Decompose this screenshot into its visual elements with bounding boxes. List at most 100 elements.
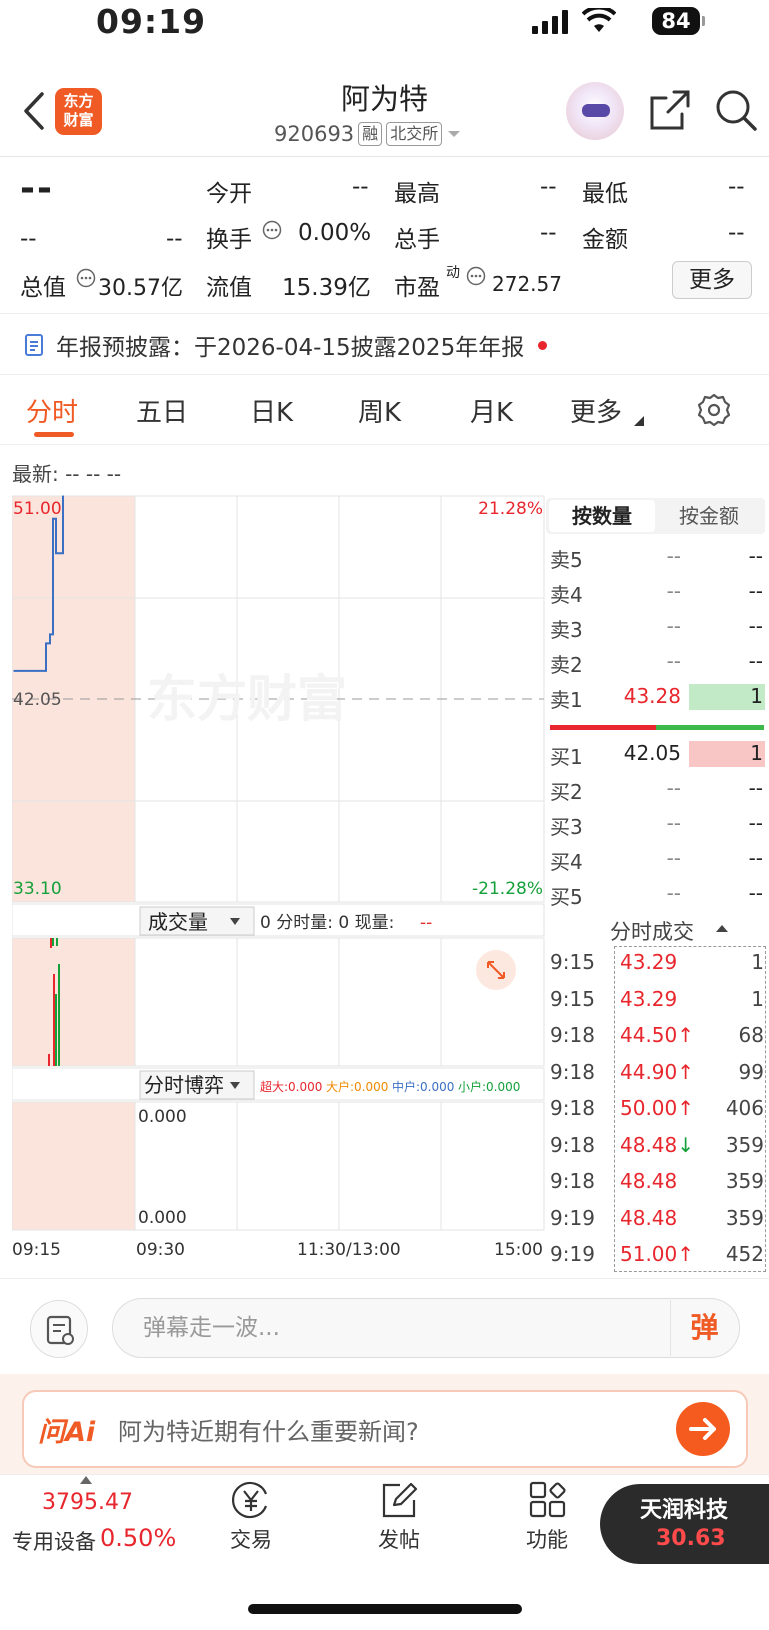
ask-price: 43.28 [623, 684, 681, 708]
trade-row: 9:18 50.00↑ 406 [550, 1096, 766, 1132]
bid-row[interactable]: 买3 -- -- [550, 811, 765, 841]
home-indicator [248, 1604, 522, 1614]
info-dots-icon[interactable] [76, 268, 96, 288]
tab-weekly-k[interactable]: 周K [358, 392, 401, 429]
trade-row: 9:15 43.29 1 [550, 987, 766, 1023]
nav-trade[interactable]: 交易 [206, 1480, 296, 1554]
bid-row[interactable]: 买5 -- -- [550, 881, 765, 911]
ask-row[interactable]: 卖3 -- -- [550, 614, 765, 644]
bid-label: 买5 [550, 885, 583, 909]
ask-label: 卖4 [550, 583, 583, 607]
ask-volume: 1 [750, 684, 763, 708]
nav-post-label: 发帖 [378, 1528, 420, 1552]
index-value[interactable]: 3795.47 [42, 1490, 133, 1515]
intraday-chart[interactable]: 东方财富 51.00 21.28% 42.05 33.10 -21.28% 成交… [12, 494, 546, 1278]
pct-bottom-label: -21.28% [472, 879, 543, 899]
battery-cap [702, 16, 705, 26]
trade-price: 48.48↓ [620, 1132, 695, 1157]
price-top-label: 51.00 [13, 499, 62, 519]
divider [0, 1278, 769, 1279]
caret-down-icon [448, 131, 461, 137]
trade-time: 9:18 [550, 1169, 595, 1193]
current-price: -- [20, 168, 54, 209]
volume-info: 0 分时量: 0 现量: [260, 913, 394, 933]
latest-readout: 最新: -- -- -- [12, 462, 122, 486]
chart-watermark: 东方财富 [147, 670, 347, 728]
ai-send-button[interactable] [676, 1402, 730, 1456]
total-hands-value: -- [540, 220, 557, 246]
gear-icon[interactable] [696, 392, 732, 428]
tab-by-amount[interactable]: 按金额 [655, 500, 763, 532]
price-point [13, 670, 15, 672]
note-button[interactable] [30, 1300, 88, 1358]
trade-volume: 359 [725, 1132, 764, 1157]
game-selector-label: 分时博弈 [144, 1073, 224, 1097]
bid-price: -- [666, 846, 681, 870]
divider [0, 1474, 769, 1475]
price-point [55, 552, 57, 554]
danmu-input[interactable]: 弹幕走一波... [112, 1298, 740, 1358]
ask-label: 卖1 [550, 688, 583, 712]
annual-report-notice[interactable]: 年报预披露： 于2026-04-15披露2025年年报 [24, 328, 548, 362]
price-point [52, 517, 54, 520]
trade-time: 9:19 [550, 1242, 595, 1266]
trade-volume: 1 [751, 986, 764, 1011]
sector-name[interactable]: 专用设备 [12, 1526, 96, 1556]
tab-intraday[interactable]: 分时 [26, 392, 78, 429]
ai-question-text[interactable]: 阿为特近期有什么重要新闻? [118, 1412, 419, 1447]
margin-tag: 融 [358, 122, 383, 146]
ask-row[interactable]: 卖5 -- -- [550, 544, 765, 574]
bid-volume: 1 [750, 741, 763, 765]
tab-by-quantity[interactable]: 按数量 [549, 500, 655, 532]
open-value: -- [352, 174, 369, 200]
game-super-large: 超大:0.000 [260, 1079, 322, 1094]
amount-value: -- [728, 220, 745, 246]
ask-price: -- [666, 579, 681, 603]
tab-monthly-k[interactable]: 月K [470, 392, 513, 429]
game-shade [12, 1102, 135, 1230]
sector-change: 0.50% [100, 1524, 177, 1552]
share-icon[interactable] [648, 88, 692, 132]
total-mv-label: 总值 [20, 275, 66, 301]
trade-time: 9:15 [550, 950, 595, 974]
unread-dot [538, 340, 548, 350]
trade-price: 44.50↑ [620, 1023, 695, 1047]
trade-row: 9:18 48.48↓ 359 [550, 1133, 766, 1169]
bid-label: 买2 [550, 780, 583, 804]
danmu-send-button[interactable]: 弹 [670, 1300, 738, 1356]
search-icon[interactable] [714, 88, 758, 132]
game-large: 大户:0.000 [326, 1079, 388, 1094]
tab-daily-k[interactable]: 日K [250, 392, 293, 429]
bid-row[interactable]: 买2 -- -- [550, 776, 765, 806]
bid-price: 42.05 [623, 741, 681, 765]
tab-five-day[interactable]: 五日 [136, 392, 188, 429]
ask-row[interactable]: 卖1 43.28 1 [550, 684, 765, 714]
tab-more[interactable]: 更多 [570, 392, 622, 429]
nav-post[interactable]: 发帖 [354, 1480, 444, 1554]
ask-row[interactable]: 卖2 -- -- [550, 649, 765, 679]
more-quote-button[interactable]: 更多 [672, 261, 752, 299]
ask-price: -- [666, 544, 681, 568]
info-dots-icon[interactable] [262, 220, 282, 240]
stock-subtitle[interactable]: 920693 融 北交所 [274, 122, 462, 146]
apps-grid-icon [529, 1481, 566, 1518]
danmu-button-label: 弹 [690, 1311, 719, 1344]
info-dots-icon[interactable] [466, 266, 486, 286]
nav-functions-label: 功能 [526, 1528, 568, 1552]
game-medium: 中户:0.000 [392, 1079, 454, 1094]
volume-selector-label: 成交量 [148, 910, 208, 934]
signal-icon [532, 10, 568, 34]
x-axis-label: 15:00 [494, 1240, 543, 1260]
trades-title[interactable]: 分时成交 [610, 916, 694, 946]
bid-row[interactable]: 买1 42.05 1 [550, 741, 765, 771]
float-mv-label: 流值 [206, 275, 252, 301]
total-hands-label: 总手 [394, 227, 440, 253]
wifi-icon [582, 8, 616, 32]
exchange-tag: 北交所 [386, 122, 443, 146]
ask-row[interactable]: 卖4 -- -- [550, 579, 765, 609]
nav-functions[interactable]: 功能 [502, 1480, 592, 1554]
turnover-label: 换手 [206, 227, 252, 253]
game-small: 小户:0.000 [458, 1079, 520, 1094]
bid-label: 买1 [550, 745, 583, 769]
bid-row[interactable]: 买4 -- -- [550, 846, 765, 876]
